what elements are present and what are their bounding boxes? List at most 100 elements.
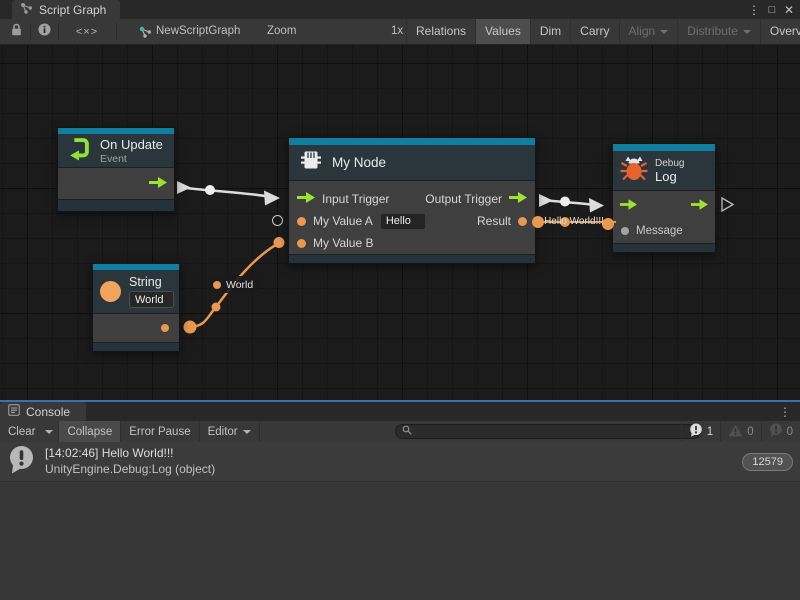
editor-dropdown[interactable]: Editor: [200, 421, 260, 442]
carry-toggle[interactable]: Carry: [570, 19, 618, 44]
output-trigger-port[interactable]: [509, 192, 527, 206]
lock-icon: [11, 23, 22, 41]
error-filter-toggle[interactable]: 0: [761, 421, 800, 442]
output-trigger-port[interactable]: [691, 199, 708, 213]
port-label: Output Trigger: [425, 192, 502, 206]
node-subtitle: Event: [100, 153, 163, 165]
node-footer: [289, 254, 535, 263]
wire-value-label-hello-world: Hello World!!!: [544, 216, 604, 227]
my-value-a-port[interactable]: [297, 217, 306, 226]
result-port[interactable]: [518, 217, 527, 226]
my-value-b-port[interactable]: [297, 239, 306, 248]
console-log-area[interactable]: [14:02:46] Hello World!!! UnityEngine.De…: [0, 442, 800, 600]
console-search[interactable]: [395, 424, 701, 439]
node-footer: [58, 199, 174, 211]
wire-my-node-to-debug-log[interactable]: [539, 194, 604, 213]
console-icon: [8, 404, 20, 419]
wire-on-update-to-my-node[interactable]: [177, 181, 280, 206]
input-trigger-port[interactable]: [297, 192, 315, 206]
console-menu-button[interactable]: ⋮: [778, 402, 792, 421]
console-search-input[interactable]: [412, 425, 700, 438]
info-button[interactable]: [32, 19, 56, 44]
graph-asset-icon: [136, 19, 154, 44]
warning-triangle-icon: [728, 424, 743, 440]
port-label: My Value B: [313, 236, 373, 250]
error-count: 0: [787, 426, 793, 438]
chevron-down-icon: [660, 30, 668, 34]
code-icon: <×>: [76, 26, 98, 38]
input-trigger-port[interactable]: [620, 199, 637, 213]
console-tab-bar: Console ⋮: [0, 402, 800, 421]
log-entry-row[interactable]: [14:02:46] Hello World!!! UnityEngine.De…: [0, 442, 800, 482]
align-dropdown[interactable]: Align: [619, 19, 678, 44]
value-dot-icon: [532, 216, 544, 228]
graph-name-label[interactable]: NewScriptGraph: [156, 19, 240, 44]
node-string[interactable]: String World: [92, 263, 180, 352]
console-count-toggles: 1 0 0: [681, 421, 800, 442]
clear-button[interactable]: Clear: [0, 421, 40, 442]
graph-canvas[interactable]: On Update Event My Node: [0, 45, 800, 400]
toolbar-separator: [30, 23, 31, 40]
tab-script-graph[interactable]: Script Graph: [12, 0, 120, 19]
node-accent-strip: [289, 138, 535, 145]
node-title: On Update: [100, 137, 163, 152]
warning-filter-toggle[interactable]: 0: [720, 421, 760, 442]
console-panel: Console ⋮ Clear Collapse Error Pause Edi…: [0, 400, 800, 600]
tab-console[interactable]: Console: [0, 402, 86, 421]
edit-source-button[interactable]: <×>: [60, 19, 114, 44]
close-button[interactable]: ✕: [781, 0, 797, 19]
graph-toggle-group: Relations Values Dim Carry Align Distrib…: [406, 19, 800, 44]
trigger-output-port[interactable]: [149, 177, 167, 191]
wire-result-to-message[interactable]: Hello World!!!: [536, 213, 612, 230]
tab-title: Console: [26, 405, 70, 419]
window-menu-button[interactable]: ⋮: [746, 0, 762, 19]
port-label: Result: [477, 214, 511, 228]
bug-icon: [620, 154, 648, 187]
port-label: Message: [636, 225, 683, 237]
collapse-toggle[interactable]: Collapse: [59, 421, 121, 442]
script-graph-icon: [20, 2, 33, 17]
distribute-dropdown[interactable]: Distribute: [677, 19, 760, 44]
unconnected-port-indicator: [272, 215, 283, 226]
node-kicker: Debug: [655, 158, 684, 169]
node-title: Log: [655, 169, 684, 184]
toolbar-separator: [58, 23, 59, 40]
node-on-update[interactable]: On Update Event: [57, 127, 175, 212]
values-toggle[interactable]: Values: [475, 19, 530, 44]
relations-toggle[interactable]: Relations: [406, 19, 475, 44]
my-node-unit-icon: [299, 149, 323, 176]
string-value-field[interactable]: World: [129, 291, 174, 308]
tab-title: Script Graph: [39, 3, 106, 17]
zoom-label: Zoom: [267, 19, 296, 44]
unity-window: Script Graph ⋮ □ ✕ <×> NewScriptGraph Zo…: [0, 0, 800, 600]
node-my-node[interactable]: My Node Input Trigger Output Trigger: [288, 137, 536, 264]
string-output-port[interactable]: [161, 324, 169, 332]
clear-dropdown[interactable]: [40, 421, 59, 442]
chevron-down-icon: [243, 430, 251, 434]
graph-tab-bar: Script Graph ⋮ □ ✕: [0, 0, 800, 19]
info-icon: [38, 23, 51, 41]
port-label: My Value A: [313, 214, 373, 228]
dim-toggle[interactable]: Dim: [530, 19, 570, 44]
warning-count: 0: [747, 426, 753, 438]
maximize-button[interactable]: □: [764, 0, 780, 19]
log-info-bubble-icon: [8, 445, 35, 479]
message-port[interactable]: [621, 227, 629, 235]
node-footer: [613, 243, 715, 252]
info-bubble-icon: [689, 423, 703, 440]
my-value-a-field[interactable]: Hello: [380, 213, 426, 230]
node-title: My Node: [332, 155, 386, 170]
node-debug-log[interactable]: Debug Log Message: [612, 143, 716, 253]
wire-value-label-world: World: [208, 276, 261, 293]
log-message: [14:02:46] Hello World!!!: [45, 446, 215, 461]
error-pause-toggle[interactable]: Error Pause: [121, 421, 199, 442]
debug-log-outflow-indicator: [722, 198, 733, 211]
node-accent-strip: [613, 144, 715, 151]
error-bubble-icon: [769, 423, 783, 440]
lock-button[interactable]: [4, 19, 28, 44]
value-dot-icon: [213, 281, 221, 289]
search-icon: [402, 425, 412, 438]
graph-toolbar: <×> NewScriptGraph Zoom 1x Relations Val…: [0, 19, 800, 45]
info-filter-toggle[interactable]: 1: [681, 421, 720, 442]
overview-button[interactable]: Overview: [760, 19, 800, 44]
